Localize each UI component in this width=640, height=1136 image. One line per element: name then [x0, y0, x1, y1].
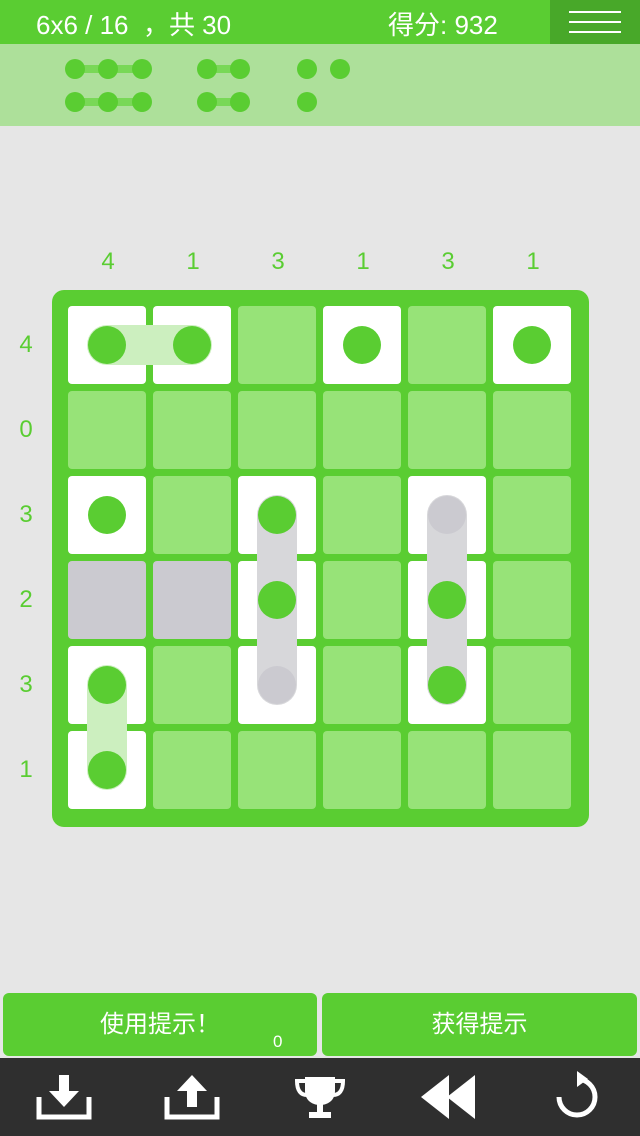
column-clue: 1 — [356, 248, 370, 275]
use-hint-button[interactable]: 使用提示！ — [3, 993, 317, 1056]
menu-icon-bar — [569, 21, 621, 23]
row-clue: 4 — [19, 331, 33, 358]
board-cell[interactable] — [153, 391, 231, 469]
board-cell[interactable] — [153, 646, 231, 724]
piece-dot — [428, 496, 466, 534]
piece-1x3[interactable] — [60, 54, 160, 114]
hint-count: 0 — [273, 1032, 283, 1051]
column-clue: 3 — [271, 248, 285, 275]
piece-dot — [197, 92, 217, 112]
piece-dot — [88, 666, 126, 704]
menu-button[interactable] — [550, 0, 640, 44]
board-cell[interactable] — [153, 476, 231, 554]
board-cell[interactable] — [153, 561, 231, 639]
row-clue: 1 — [19, 756, 33, 783]
download-icon[interactable] — [35, 1071, 93, 1123]
board-cell[interactable] — [68, 561, 146, 639]
piece-dot — [88, 496, 126, 534]
board-cell[interactable] — [323, 476, 401, 554]
use-hint-label: 使用提示！ — [100, 1011, 220, 1038]
board-cell[interactable] — [68, 391, 146, 469]
row-clue: 2 — [19, 586, 33, 613]
piece-dot — [132, 92, 152, 112]
column-clue: 3 — [441, 248, 455, 275]
piece-dot — [132, 59, 152, 79]
menu-icon — [569, 11, 621, 13]
piece-dot — [330, 59, 350, 79]
board-cell[interactable] — [238, 731, 316, 809]
piece-dot — [197, 59, 217, 79]
board-cell[interactable] — [493, 561, 571, 639]
piece-dot — [88, 751, 126, 789]
board-cell[interactable] — [408, 306, 486, 384]
level-progress: 6x6 / 16 ，共 30 — [36, 10, 232, 40]
piece-dot — [98, 92, 118, 112]
piece-dot — [88, 326, 126, 364]
piece-dot — [428, 581, 466, 619]
piece-dot — [65, 59, 85, 79]
piece-dot — [230, 92, 250, 112]
piece-dot — [258, 496, 296, 534]
score-display: 得分: 932 — [388, 10, 498, 40]
upload-icon[interactable] — [163, 1071, 221, 1123]
piece-dot — [513, 326, 551, 364]
board-cell[interactable] — [323, 391, 401, 469]
board-cell[interactable] — [493, 476, 571, 554]
column-clue: 1 — [186, 248, 200, 275]
board-cell[interactable] — [493, 646, 571, 724]
board-cell[interactable] — [238, 306, 316, 384]
board-cell[interactable] — [323, 561, 401, 639]
board-cell[interactable] — [323, 731, 401, 809]
piece-dot — [65, 92, 85, 112]
piece-1x2[interactable] — [192, 54, 262, 114]
restart-icon[interactable] — [548, 1071, 606, 1123]
piece-dot — [343, 326, 381, 364]
piece-dot — [173, 326, 211, 364]
board-cell[interactable] — [153, 731, 231, 809]
board-cell[interactable] — [323, 646, 401, 724]
piece-dot — [230, 59, 250, 79]
board-cell[interactable] — [493, 731, 571, 809]
menu-icon-bar — [569, 31, 621, 33]
game-board — [52, 290, 589, 827]
board-cell[interactable] — [408, 391, 486, 469]
row-clue: 3 — [19, 501, 33, 528]
piece-dot — [258, 581, 296, 619]
top-bar: 6x6 / 16 ，共 30 得分: 932 — [0, 0, 640, 44]
piece-dot — [258, 666, 296, 704]
piece-dot — [297, 92, 317, 112]
get-hint-label: 获得提示 — [431, 1011, 528, 1038]
column-clue: 4 — [101, 248, 115, 275]
piece-dot — [98, 59, 118, 79]
piece-dot — [297, 59, 317, 79]
row-clue: 3 — [19, 671, 33, 698]
rewind-icon[interactable] — [419, 1071, 477, 1123]
trophy-icon[interactable] — [291, 1071, 349, 1123]
column-clue: 1 — [526, 248, 540, 275]
row-clue: 0 — [19, 416, 33, 443]
board-cell[interactable] — [493, 391, 571, 469]
board-cell[interactable] — [238, 391, 316, 469]
pieces-palette — [0, 44, 640, 126]
piece-single[interactable] — [292, 54, 362, 114]
get-hint-button[interactable]: 获得提示 — [322, 993, 637, 1056]
board-cell[interactable] — [408, 731, 486, 809]
piece-dot — [428, 666, 466, 704]
